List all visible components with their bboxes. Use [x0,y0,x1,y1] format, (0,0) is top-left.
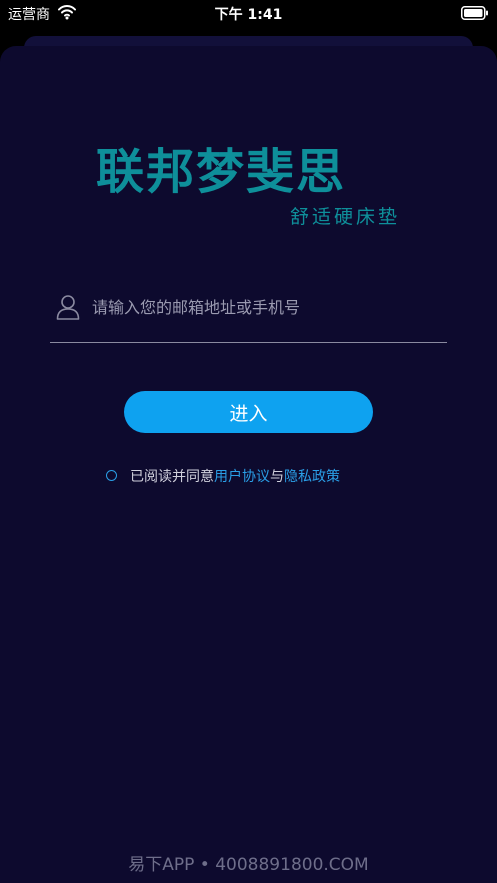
battery-icon [461,6,488,20]
account-field-row [50,286,447,343]
brand-subtitle: 舒适硬床垫 [289,206,400,228]
status-time: 下午 1:41 [214,7,283,23]
status-bar: 运营商 下午 1:41 [0,0,497,26]
brand-title: 联邦梦斐思 [96,144,347,200]
agreement-row: 已阅读并同意用户协议与隐私政策 [104,465,404,487]
user-agreement-link[interactable]: 用户协议 [214,469,270,485]
agree-radio[interactable] [106,470,117,481]
user-icon [56,295,80,320]
login-screen: 运营商 下午 1:41 联邦梦斐思 舒适硬床垫 进入 已阅读并同意用户协议与隐私… [0,0,497,883]
brand-logo: 联邦梦斐思 舒适硬床垫 [96,142,406,232]
privacy-policy-link[interactable]: 隐私政策 [284,469,340,485]
agreement-text: 已阅读并同意用户协议与隐私政策 [130,466,340,486]
agreement-prefix: 已阅读并同意 [130,469,214,485]
account-input[interactable] [92,292,442,322]
watermark: 易下APP • 4008891800.COM [128,855,369,875]
enter-button[interactable]: 进入 [124,391,373,433]
agreement-and: 与 [270,469,284,485]
